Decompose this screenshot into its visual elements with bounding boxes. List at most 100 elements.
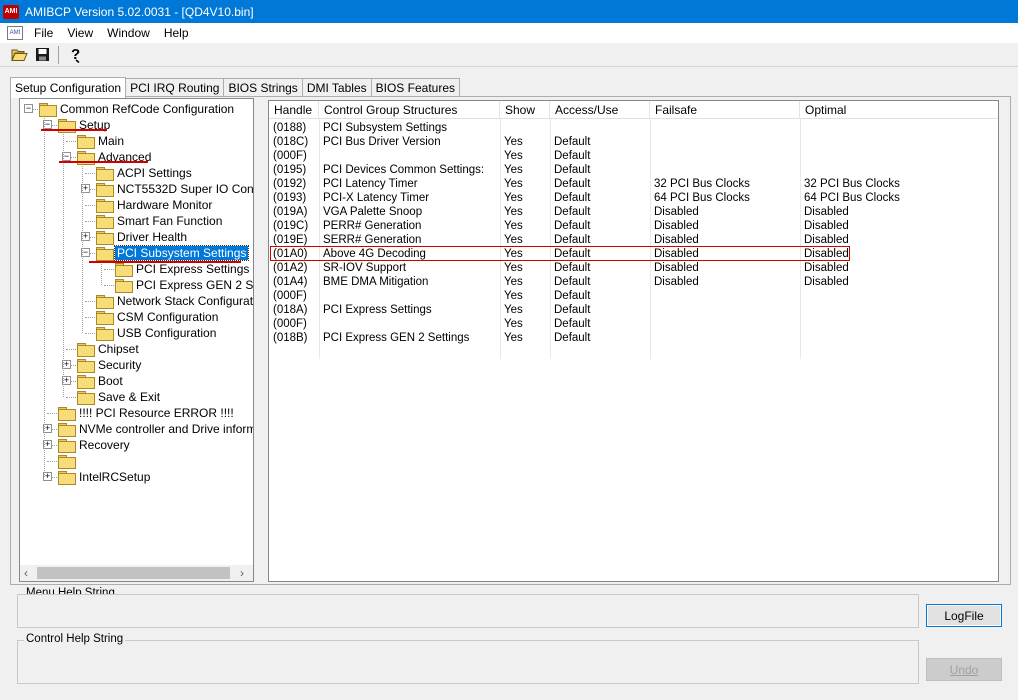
table-row[interactable]: (000F) Yes Default xyxy=(269,317,998,331)
tree-node[interactable]: Driver Health xyxy=(96,229,189,245)
tree-node-label[interactable]: PCI Subsystem Settings xyxy=(113,245,250,261)
tab-pci-irq-routing[interactable]: PCI IRQ Routing xyxy=(125,78,225,97)
tree-node[interactable]: Common RefCode Configuration xyxy=(39,101,236,117)
cell-access[interactable]: Default xyxy=(550,247,650,261)
cell-access[interactable]: Default xyxy=(550,191,650,205)
tree-node[interactable]: ACPI Settings xyxy=(96,165,194,181)
cell-optimal[interactable]: Disabled xyxy=(800,261,998,275)
table-row[interactable]: (0192) PCI Latency Timer Yes Default 32 PCI … xyxy=(269,177,998,191)
tree-node[interactable]: USB Configuration xyxy=(96,325,218,341)
cell-optimal[interactable]: Disabled xyxy=(800,275,998,289)
cell-failsafe[interactable] xyxy=(650,135,800,149)
tree-node[interactable]: CSM Configuration xyxy=(96,309,220,325)
cell-show[interactable]: Yes xyxy=(500,289,550,303)
tree-node-label[interactable]: Driver Health xyxy=(115,230,189,244)
table-row[interactable]: (019C) PERR# Generation Yes Default Disabled… xyxy=(269,219,998,233)
cell-access[interactable]: Default xyxy=(550,177,650,191)
save-disk-icon[interactable] xyxy=(31,45,53,65)
cell-show[interactable]: Yes xyxy=(500,275,550,289)
tree-node[interactable]: IntelRCSetup xyxy=(58,469,152,485)
cell-access[interactable]: Default xyxy=(550,205,650,219)
table-row[interactable]: (01A2) SR-IOV Support Yes Default Disabled Di… xyxy=(269,261,998,275)
cell-failsafe[interactable] xyxy=(650,303,800,317)
column-header-handle[interactable]: Handle xyxy=(269,101,319,119)
cell-optimal[interactable]: Disabled xyxy=(800,247,998,261)
cell-failsafe[interactable] xyxy=(650,149,800,163)
tree-node-label[interactable]: Network Stack Configuration xyxy=(115,294,253,308)
table-row[interactable]: (018C) PCI Bus Driver Version Yes Default xyxy=(269,135,998,149)
cell-optimal[interactable] xyxy=(800,163,998,177)
undo-button[interactable]: Undo xyxy=(926,658,1002,681)
tree-node-label[interactable]: Security xyxy=(96,358,143,372)
cell-failsafe[interactable]: 32 PCI Bus Clocks xyxy=(650,177,800,191)
cell-access[interactable]: Default xyxy=(550,163,650,177)
menu-help[interactable]: Help xyxy=(157,26,196,40)
tree-node-label[interactable]: Hardware Monitor xyxy=(115,198,214,212)
table-row[interactable]: (000F) Yes Default xyxy=(269,149,998,163)
cell-access[interactable]: Default xyxy=(550,303,650,317)
tree-node[interactable]: PCI Subsystem Settings xyxy=(96,245,250,261)
table-row[interactable]: (0193) PCI-X Latency Timer Yes Default 64 PC… xyxy=(269,191,998,205)
tree-node-label[interactable]: Smart Fan Function xyxy=(115,214,224,228)
tree-node-label[interactable]: NCT5532D Super IO Configuration xyxy=(115,182,253,196)
cell-optimal[interactable] xyxy=(800,303,998,317)
cell-failsafe[interactable] xyxy=(650,121,800,135)
cell-optimal[interactable]: Disabled xyxy=(800,233,998,247)
tree-node[interactable]: Hardware Monitor xyxy=(96,197,214,213)
help-icon[interactable]: ? xyxy=(65,45,87,65)
cell-optimal[interactable] xyxy=(800,317,998,331)
table-row[interactable]: (018B) PCI Express GEN 2 Settings Yes Defau… xyxy=(269,331,998,345)
tree-node-label[interactable]: NVMe controller and Drive information xyxy=(77,422,253,436)
tree-node-label[interactable]: CSM Configuration xyxy=(115,310,220,324)
cell-failsafe[interactable]: Disabled xyxy=(650,205,800,219)
cell-show[interactable]: Yes xyxy=(500,177,550,191)
cell-access[interactable]: Default xyxy=(550,275,650,289)
cell-show[interactable]: Yes xyxy=(500,219,550,233)
tree-node-label[interactable]: !!!! PCI Resource ERROR !!!! xyxy=(77,406,236,420)
tree-horizontal-scrollbar[interactable]: ‹ › xyxy=(20,565,253,581)
cell-failsafe[interactable]: Disabled xyxy=(650,261,800,275)
table-row[interactable]: (01A4) BME DMA Mitigation Yes Default Disabl… xyxy=(269,275,998,289)
tree-node[interactable]: Network Stack Configuration xyxy=(96,293,253,309)
tree-node-label[interactable]: ACPI Settings xyxy=(115,166,194,180)
cell-show[interactable]: Yes xyxy=(500,317,550,331)
table-row[interactable]: (018A) PCI Express Settings Yes Default xyxy=(269,303,998,317)
tree-node[interactable]: Main xyxy=(77,133,126,149)
collapse-icon[interactable]: − xyxy=(24,104,33,113)
cell-optimal[interactable] xyxy=(800,135,998,149)
tree-node-label[interactable]: Boot xyxy=(96,374,125,388)
tree-node-label[interactable]: Chipset xyxy=(96,342,141,356)
cell-show[interactable]: Yes xyxy=(500,135,550,149)
tree-node[interactable]: NVMe controller and Drive information xyxy=(58,421,253,437)
cell-access[interactable]: Default xyxy=(550,261,650,275)
tree-node-label[interactable]: IntelRCSetup xyxy=(77,470,152,484)
cell-access[interactable]: Default xyxy=(550,233,650,247)
tab-bios-strings[interactable]: BIOS Strings xyxy=(223,78,303,97)
cell-access[interactable]: Default xyxy=(550,135,650,149)
tree-node[interactable]: PCI Express GEN 2 Settings xyxy=(115,277,253,293)
cell-show[interactable] xyxy=(500,121,550,135)
cell-failsafe[interactable]: Disabled xyxy=(650,219,800,233)
scrollbar-thumb[interactable] xyxy=(37,567,230,579)
cell-show[interactable]: Yes xyxy=(500,247,550,261)
menu-file[interactable]: File xyxy=(27,26,60,40)
structures-grid[interactable]: Handle Control Group Structures Show Acc… xyxy=(268,100,999,582)
cell-optimal[interactable] xyxy=(800,289,998,303)
tree-node-label[interactable]: Main xyxy=(96,134,126,148)
tree-node[interactable]: NCT5532D Super IO Configuration xyxy=(96,181,253,197)
tree-node-label[interactable]: Recovery xyxy=(77,438,132,452)
cell-failsafe[interactable]: Disabled xyxy=(650,233,800,247)
cell-optimal[interactable] xyxy=(800,121,998,135)
table-row[interactable]: (0188) PCI Subsystem Settings xyxy=(269,121,998,135)
column-header-show[interactable]: Show xyxy=(500,101,550,119)
tab-bios-features[interactable]: BIOS Features xyxy=(370,78,460,97)
cell-show[interactable]: Yes xyxy=(500,191,550,205)
table-row[interactable]: (000F) Yes Default xyxy=(269,289,998,303)
cell-optimal[interactable]: 64 PCI Bus Clocks xyxy=(800,191,998,205)
cell-show[interactable]: Yes xyxy=(500,233,550,247)
cell-optimal[interactable]: Disabled xyxy=(800,205,998,219)
cell-failsafe[interactable] xyxy=(650,289,800,303)
table-row[interactable]: (01A0) Above 4G Decoding Yes Default Disable… xyxy=(269,247,998,261)
tree-node[interactable]: Security xyxy=(77,357,143,373)
cell-access[interactable]: Default xyxy=(550,289,650,303)
